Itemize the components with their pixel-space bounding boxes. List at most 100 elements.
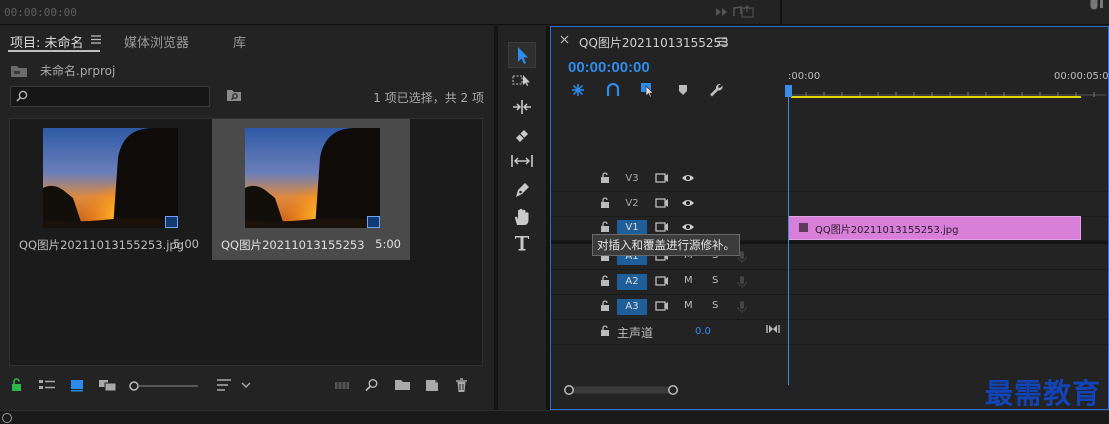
master-volume-value[interactable]: 0.0 — [695, 326, 711, 337]
search-icon — [16, 90, 28, 102]
track-name-v2[interactable]: V2 — [617, 196, 647, 212]
sync-lock-icon[interactable] — [655, 221, 669, 233]
new-bin-from-search-icon[interactable] — [226, 89, 242, 102]
project-panel: 项目: 未命名 媒体浏览器 库 未命名.prproj 1 项已选择，共 2 项 — [0, 26, 494, 410]
linked-selection-icon[interactable] — [640, 82, 656, 98]
ruler-start-label: :00:00 — [788, 71, 821, 82]
source-timecode: 00:00:00:00 — [4, 6, 77, 19]
status-bar — [0, 410, 1109, 424]
mute-button[interactable]: M — [684, 275, 693, 286]
lock-icon[interactable] — [600, 197, 610, 209]
chevron-down-icon[interactable] — [240, 378, 258, 396]
panel-divider — [780, 0, 782, 24]
lock-icon[interactable] — [10, 378, 28, 396]
audio-meter-icon — [1088, 0, 1106, 10]
microphone-icon[interactable] — [737, 300, 747, 314]
lock-icon[interactable] — [600, 172, 610, 184]
zoom-slider[interactable] — [128, 379, 200, 393]
track-row-a2: A2 M S — [551, 270, 1108, 295]
lock-icon[interactable] — [600, 300, 610, 312]
track-name-a2[interactable]: A2 — [617, 274, 647, 290]
close-icon[interactable] — [560, 35, 569, 44]
sync-lock-icon[interactable] — [655, 197, 669, 209]
freeform-view-icon[interactable] — [98, 378, 117, 396]
watermark-logo: 最需教育 — [985, 377, 1102, 410]
sync-lock-icon[interactable] — [655, 275, 669, 287]
track-name-v3[interactable]: V3 — [617, 171, 647, 187]
thumbnail-image — [43, 128, 178, 228]
status-circle-icon — [1, 411, 13, 423]
selection-tool[interactable] — [508, 42, 536, 68]
media-item[interactable]: QQ图片20211013155253.jpg 5:00 — [10, 119, 208, 260]
hand-icon[interactable] — [512, 207, 532, 227]
snap-icon[interactable] — [606, 83, 620, 97]
marker-icon[interactable] — [677, 84, 689, 96]
tab-project[interactable]: 项目: 未命名 — [10, 32, 84, 51]
master-track-label: 主声道 — [617, 326, 654, 340]
solo-button[interactable]: S — [712, 300, 718, 311]
icon-view-icon[interactable] — [70, 378, 88, 396]
microphone-icon[interactable] — [737, 275, 747, 289]
trash-icon[interactable] — [454, 378, 472, 396]
eye-icon[interactable] — [681, 197, 695, 209]
image-clip-icon — [799, 223, 808, 232]
solo-button[interactable]: S — [712, 275, 718, 286]
type-tool[interactable] — [513, 234, 531, 252]
sync-lock-icon[interactable] — [655, 172, 669, 184]
project-panel-footer — [0, 378, 494, 406]
slip-tool[interactable] — [510, 153, 534, 169]
tab-libraries[interactable]: 库 — [233, 32, 246, 51]
playhead-line[interactable] — [788, 85, 789, 385]
panel-menu-icon[interactable] — [91, 35, 101, 44]
ripple-edit-tool[interactable] — [511, 99, 533, 115]
track-row-v3: V3 — [551, 167, 1108, 192]
work-area-bar[interactable] — [791, 96, 1081, 98]
pen-tool[interactable] — [512, 180, 532, 200]
track-row-master: 主声道 0.0 — [551, 320, 1108, 345]
tooltip: 对插入和覆盖进行源修补。 — [592, 234, 740, 256]
nest-insert-icon[interactable] — [570, 83, 586, 97]
track-select-tool[interactable] — [511, 72, 533, 88]
search-input[interactable] — [10, 86, 210, 107]
track-name-a3[interactable]: A3 — [617, 299, 647, 315]
tab-media-browser[interactable]: 媒体浏览器 — [124, 32, 189, 51]
panel-menu-icon[interactable] — [717, 37, 727, 46]
lock-icon[interactable] — [600, 221, 610, 233]
mute-button[interactable]: M — [684, 300, 693, 311]
timeline-zoom-scrollbar[interactable] — [563, 384, 683, 396]
media-item-selected[interactable]: QQ图片20211013155253 5:00 — [212, 119, 410, 260]
go-to-in-out-icon[interactable] — [766, 323, 780, 335]
automate-to-sequence-icon[interactable] — [334, 378, 352, 396]
eye-icon[interactable] — [681, 172, 695, 184]
thumbnail-image — [245, 128, 380, 228]
playhead-timecode[interactable]: 00:00:00:00 — [568, 59, 650, 76]
sync-lock-icon[interactable] — [655, 300, 669, 312]
list-view-icon[interactable] — [38, 378, 56, 396]
tools-panel — [498, 26, 546, 410]
timeline-clip[interactable]: QQ图片20211013155253.jpg — [788, 216, 1081, 240]
track-row-a3: A3 M S — [551, 295, 1108, 320]
ruler-end-label: 00:00:05:00 — [1054, 71, 1109, 82]
find-icon[interactable] — [364, 378, 382, 396]
sequence-badge-icon — [367, 216, 380, 228]
selection-status: 1 项已选择，共 2 项 — [373, 91, 484, 105]
active-tab-indicator — [8, 50, 100, 52]
project-file-name: 未命名.prproj — [40, 64, 116, 78]
still-image-badge-icon — [165, 216, 178, 228]
media-item-name: QQ图片20211013155253 — [221, 238, 365, 252]
new-bin-icon[interactable] — [394, 378, 412, 396]
folder-icon — [10, 64, 28, 78]
export-frame-icon[interactable] — [740, 5, 756, 19]
lock-icon[interactable] — [600, 325, 610, 337]
timeline-panel: QQ图片20211013155253 00:00:00:00 :00:00 00… — [550, 26, 1109, 410]
new-item-icon[interactable] — [424, 378, 442, 396]
wrench-icon[interactable] — [708, 82, 724, 98]
media-item-duration: 5:00 — [375, 237, 401, 251]
clip-name: QQ图片20211013155253.jpg — [815, 225, 959, 236]
razor-tool[interactable] — [512, 126, 532, 144]
sequence-tab-title[interactable]: QQ图片20211013155253 — [579, 34, 729, 51]
sort-icon[interactable] — [216, 378, 234, 396]
lock-icon[interactable] — [600, 275, 610, 287]
media-item-duration: 5:00 — [173, 237, 199, 251]
eye-icon[interactable] — [681, 221, 695, 233]
